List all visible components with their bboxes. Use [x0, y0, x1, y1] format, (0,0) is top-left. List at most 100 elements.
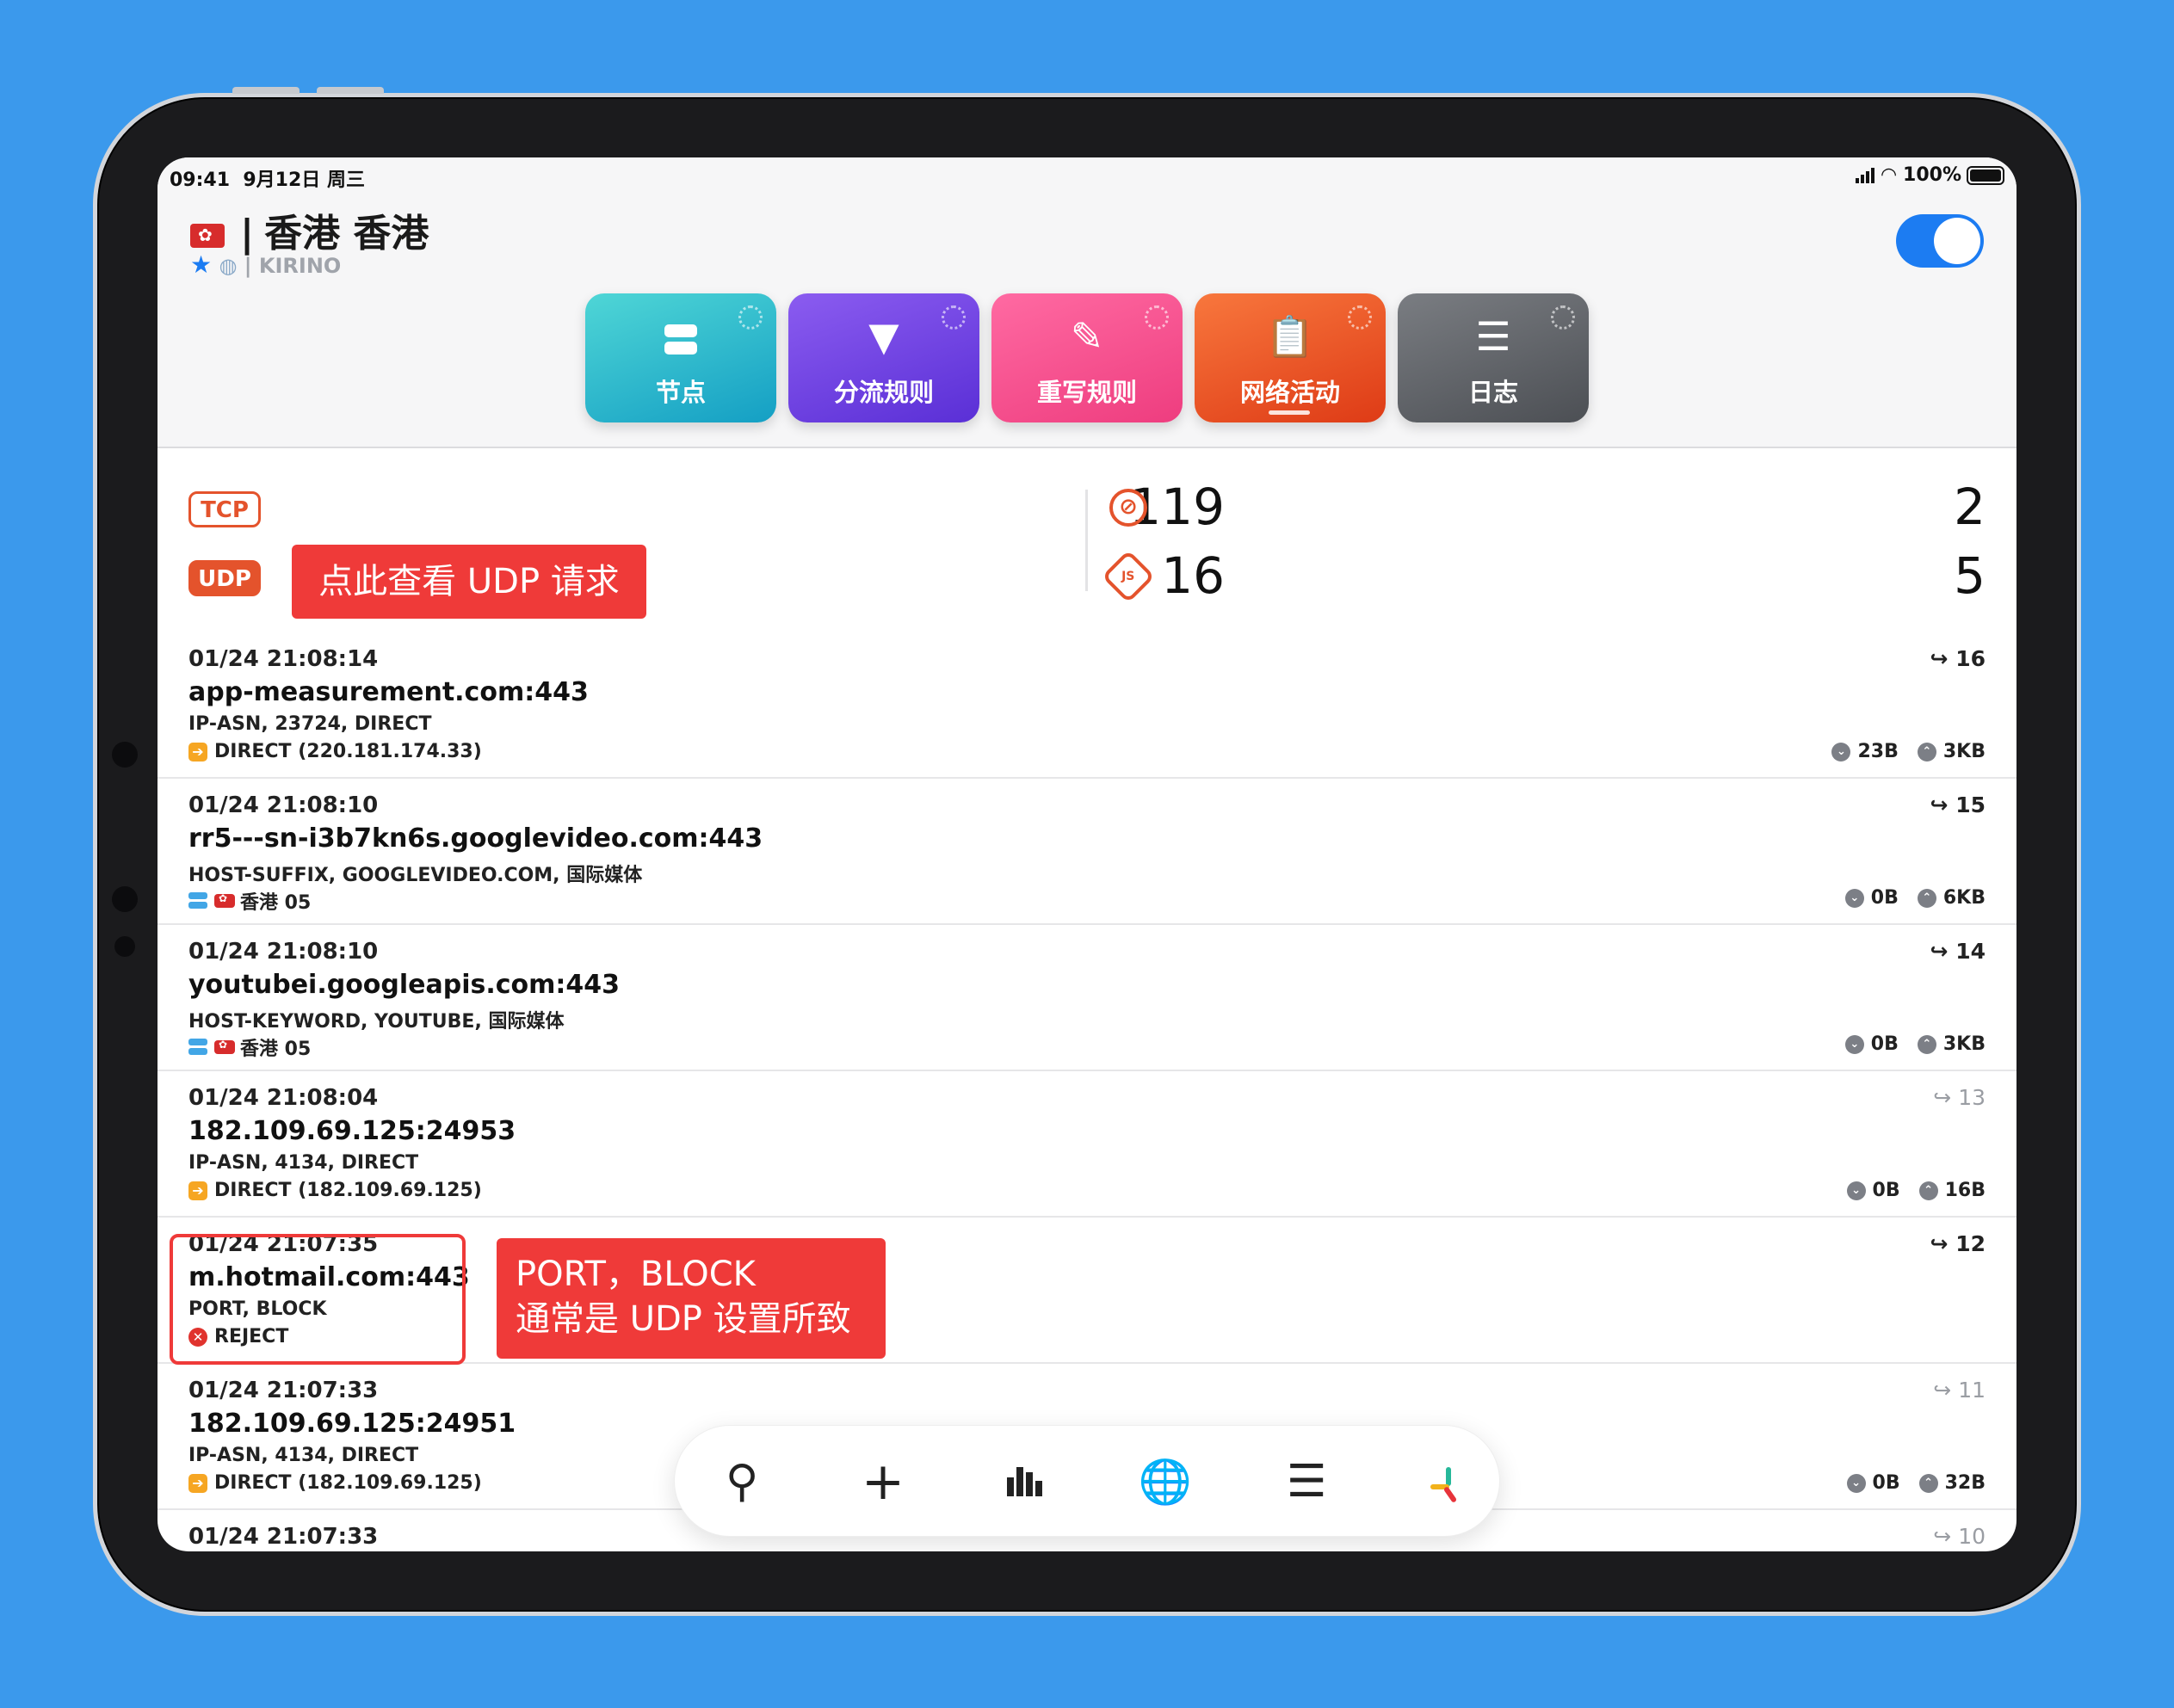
- search-icon[interactable]: ⚲: [714, 1454, 769, 1509]
- tcp-badge[interactable]: TCP: [188, 491, 261, 527]
- request-row[interactable]: 01/24 21:08:10 rr5---sn-i3b7kn6s.googlevi…: [157, 779, 2017, 925]
- script-count: 5: [1954, 546, 1986, 605]
- battery-icon: [1967, 165, 2004, 185]
- request-policy: ➔ DIRECT (220.181.174.33): [188, 741, 482, 762]
- request-policy: 香港 05: [188, 1033, 311, 1061]
- hk-flag-icon: [190, 224, 225, 248]
- server-icon: [188, 892, 207, 909]
- camera: [112, 742, 138, 768]
- proxy-title[interactable]: |香港 香港: [190, 202, 429, 257]
- lines-icon: ☰: [1475, 313, 1511, 360]
- request-count: ↪ 10: [1933, 1524, 1986, 1549]
- upload-icon: ⌃: [1917, 742, 1936, 762]
- sensor: [112, 886, 138, 912]
- star-icon: ★: [190, 250, 213, 279]
- download-icon: ⌄: [1846, 1181, 1866, 1200]
- direct-arrow-icon: ➔: [188, 1181, 207, 1200]
- direct-arrow-icon: ➔: [188, 1473, 207, 1493]
- request-time: 01/24 21:07:33: [188, 1378, 379, 1403]
- bottom-toolbar: ⚲ + 🌐 ☰: [674, 1425, 1500, 1537]
- signal-icon: [1856, 167, 1875, 183]
- tile-log[interactable]: ☰ 日志: [1398, 293, 1589, 422]
- hardware-button: [317, 87, 384, 94]
- request-traffic: ⌄ 0B ⌃ 3KB: [1826, 1033, 1986, 1055]
- request-traffic: ⌄ 0B ⌃ 32B: [1828, 1472, 1986, 1494]
- request-count: ↪ 12: [1930, 1231, 1986, 1256]
- request-host: 182.109.69.125:24953: [188, 1116, 516, 1146]
- request-policy: ➔ DIRECT (182.109.69.125): [188, 1180, 482, 1201]
- tile-activity[interactable]: 📋 网络活动: [1195, 293, 1386, 422]
- download-icon: ⌄: [1844, 888, 1864, 908]
- hardware-button: [232, 87, 300, 94]
- udp-count: 16: [1161, 546, 1225, 605]
- request-time: 01/24 21:08:10: [188, 939, 379, 965]
- request-rule: IP-ASN, 23724, DIRECT: [188, 713, 432, 735]
- upload-icon: ⌃: [1918, 1473, 1938, 1493]
- logo-icon[interactable]: [1420, 1454, 1475, 1509]
- add-icon[interactable]: +: [855, 1454, 911, 1509]
- tile-nodes[interactable]: 节点: [585, 293, 776, 422]
- app-screen: 09:41 9月12日 周三 ◠ 100% |香港 香港 ★ ◍ | KIRIN…: [157, 157, 2017, 1551]
- direct-arrow-icon: ➔: [188, 742, 207, 762]
- request-policy: ➔ DIRECT (182.109.69.125): [188, 1472, 482, 1494]
- list-icon[interactable]: ☰: [1279, 1454, 1334, 1509]
- sensor: [114, 936, 135, 957]
- request-time: 01/24 21:07:33: [188, 1524, 379, 1550]
- redirect-arrow-icon: ↪: [1930, 1231, 1949, 1256]
- request-traffic: ⌄ 0B ⌃ 6KB: [1826, 887, 1986, 909]
- request-row[interactable]: 01/24 21:08:14 app-measurement.com:443 IP-…: [157, 632, 2017, 779]
- filter-icon: ▼: [868, 313, 899, 360]
- request-host: youtubei.googleapis.com:443: [188, 970, 621, 1000]
- download-icon: ⌄: [1831, 742, 1851, 762]
- wifi-icon: ◠: [1881, 164, 1897, 186]
- request-traffic: ⌄ 0B ⌃ 16B: [1828, 1180, 1986, 1201]
- download-icon: ⌄: [1846, 1473, 1866, 1493]
- redirect-arrow-icon: ↪: [1930, 939, 1949, 964]
- app-header: 09:41 9月12日 周三 ◠ 100% |香港 香港 ★ ◍ | KIRIN…: [157, 157, 2017, 448]
- request-host: app-measurement.com:443: [188, 677, 589, 707]
- request-rule: IP-ASN, 4134, DIRECT: [188, 1152, 419, 1174]
- request-count: ↪ 16: [1930, 646, 1986, 671]
- request-host: 182.109.69.125:24951: [188, 1409, 516, 1439]
- redirect-arrow-icon: ↪: [1933, 1378, 1952, 1403]
- request-row[interactable]: 01/24 21:08:04 182.109.69.125:24953 IP-ASN…: [157, 1071, 2017, 1218]
- udp-badge[interactable]: UDP: [188, 560, 261, 596]
- redirect-arrow-icon: ↪: [1930, 646, 1949, 671]
- pencil-icon: ✎: [1070, 313, 1104, 360]
- request-count: ↪ 13: [1933, 1085, 1986, 1110]
- request-time: 01/24 21:08:14: [188, 646, 379, 672]
- upload-icon: ⌃: [1917, 888, 1936, 908]
- tile-rewrite[interactable]: ✎ 重写规则: [991, 293, 1183, 422]
- highlight-box: [170, 1234, 466, 1365]
- battery-text: 100%: [1903, 164, 1961, 186]
- globe-small-icon: ◍: [219, 254, 238, 278]
- tile-rules[interactable]: ▼ 分流规则: [788, 293, 979, 422]
- request-count: ↪ 15: [1930, 792, 1986, 817]
- request-traffic: ⌄ 23B ⌃ 3KB: [1813, 741, 1986, 762]
- redirect-arrow-icon: ↪: [1933, 1524, 1952, 1549]
- vpn-toggle[interactable]: [1896, 214, 1984, 268]
- redirect-arrow-icon: ↪: [1930, 792, 1949, 817]
- redirect-arrow-icon: ↪: [1933, 1085, 1952, 1110]
- server-icon: [664, 324, 697, 355]
- status-time: 09:41 9月12日 周三: [170, 170, 365, 191]
- divider: [1085, 490, 1088, 591]
- request-row[interactable]: 01/24 21:08:10 youtubei.googleapis.com:44…: [157, 925, 2017, 1071]
- status-indicators: ◠ 100%: [1856, 164, 2004, 186]
- request-count: ↪ 11: [1933, 1378, 1986, 1403]
- download-icon: ⌄: [1844, 1034, 1864, 1054]
- udp-hint-callout: 点此查看 UDP 请求: [292, 545, 646, 619]
- request-time: 01/24 21:08:04: [188, 1085, 379, 1111]
- request-policy: 香港 05: [188, 887, 311, 915]
- request-host: rr5---sn-i3b7kn6s.googlevideo.com:443: [188, 823, 763, 854]
- proxy-subtitle: ★ ◍ | KIRINO: [190, 250, 342, 279]
- globe-icon[interactable]: 🌐: [1138, 1454, 1193, 1509]
- selected-indicator: [1269, 410, 1310, 415]
- chart-icon[interactable]: [997, 1454, 1052, 1509]
- tcp-count: 119: [1129, 478, 1225, 536]
- upload-icon: ⌃: [1917, 1034, 1936, 1054]
- blocked-globe-icon[interactable]: ⊘: [1109, 489, 1147, 527]
- request-rule: HOST-KEYWORD, YOUTUBE, 国际媒体: [188, 1011, 565, 1033]
- hk-flag-icon: [214, 892, 235, 908]
- request-rule: HOST-SUFFIX, GOOGLEVIDEO.COM, 国际媒体: [188, 865, 643, 886]
